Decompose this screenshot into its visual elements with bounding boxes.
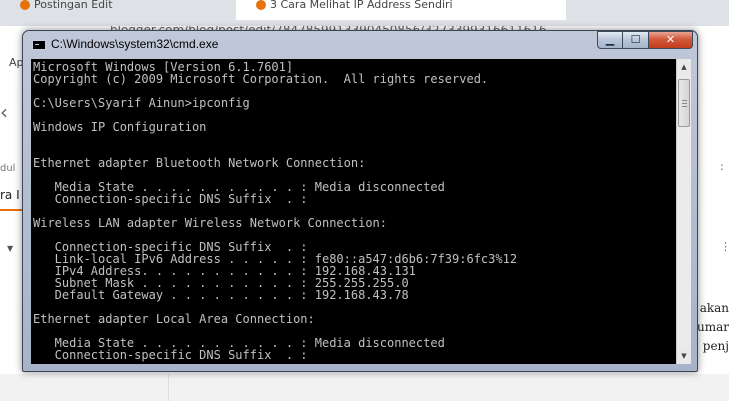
browser-tab-postingan[interactable]: Postingan Edit (0, 0, 150, 26)
close-button[interactable]: ✕ (649, 31, 693, 49)
browser-tab-label: Postingan Edit (34, 0, 113, 11)
editor-body-text: penj (702, 339, 729, 353)
minimize-button[interactable]: ▁ (597, 31, 623, 49)
console-line: Connection-specific DNS Suffix . : (33, 192, 308, 206)
scroll-down-arrow-icon[interactable]: ▼ (677, 348, 691, 364)
console-line: Windows IP Configuration (33, 120, 207, 134)
editor-side-text: ra I (0, 188, 20, 202)
console-line: Ethernet adapter Bluetooth Network Conne… (33, 156, 366, 170)
scroll-thumb[interactable] (678, 79, 690, 127)
blogger-favicon-icon (256, 0, 266, 10)
browser-left-strip (0, 26, 22, 401)
thumb-grip (682, 106, 687, 107)
vertical-scrollbar[interactable]: ▲ ▼ (676, 59, 691, 364)
window-title: C:\Windows\system32\cmd.exe (51, 37, 219, 51)
console-line: Connection-specific DNS Suffix . : (33, 348, 308, 362)
title-bar[interactable]: C:\Windows\system32\cmd.exe ▁ ☐ ✕ (23, 31, 697, 58)
toolbar-more-icon[interactable]: ⋮ (720, 240, 729, 253)
maximize-button[interactable]: ☐ (623, 31, 649, 49)
back-arrow-icon[interactable]: ‹ (0, 100, 8, 124)
caption-buttons: ▁ ☐ ✕ (597, 31, 693, 50)
editor-side-text: dul (0, 163, 16, 174)
cmd-window[interactable]: C:\Windows\system32\cmd.exe ▁ ☐ ✕ Micros… (22, 30, 698, 372)
blogger-favicon-icon (20, 0, 30, 10)
console-lines: Microsoft Windows [Version 6.1.7601] Copy… (31, 59, 676, 361)
scroll-up-arrow-icon[interactable]: ▲ (677, 59, 691, 75)
dropdown-triangle-icon[interactable]: ▼ (7, 244, 13, 253)
cmd-app-icon[interactable] (32, 40, 46, 50)
browser-tab-bar: Postingan Edit 3 Cara Melihat IP Address… (0, 0, 729, 26)
console-output[interactable]: Microsoft Windows [Version 6.1.7601] Copy… (31, 59, 676, 364)
console-line: Wireless LAN adapter Wireless Network Co… (33, 216, 388, 230)
console-line: Ethernet adapter Local Area Connection: (33, 312, 315, 326)
editor-body-text: akan (699, 301, 729, 315)
console-line: Default Gateway . . . . . . . . . : 192.… (33, 288, 409, 302)
thumb-grip (682, 103, 687, 104)
console-line: C:\Users\Syarif Ainun>ipconfig (33, 96, 250, 110)
editor-footer (0, 374, 729, 401)
editor-right-content: akan umar penj (697, 58, 729, 401)
thumb-grip (682, 100, 687, 101)
browser-tab-label: 3 Cara Melihat IP Address Sendiri (270, 0, 453, 11)
browser-tab-article[interactable]: 3 Cara Melihat IP Address Sendiri (236, 0, 566, 20)
editor-body-text: umar (697, 320, 729, 334)
toolbar-format-icon[interactable]: : (720, 160, 724, 173)
editor-footer-separator (168, 374, 169, 401)
console-line: Copyright (c) 2009 Microsoft Corporation… (33, 72, 489, 86)
